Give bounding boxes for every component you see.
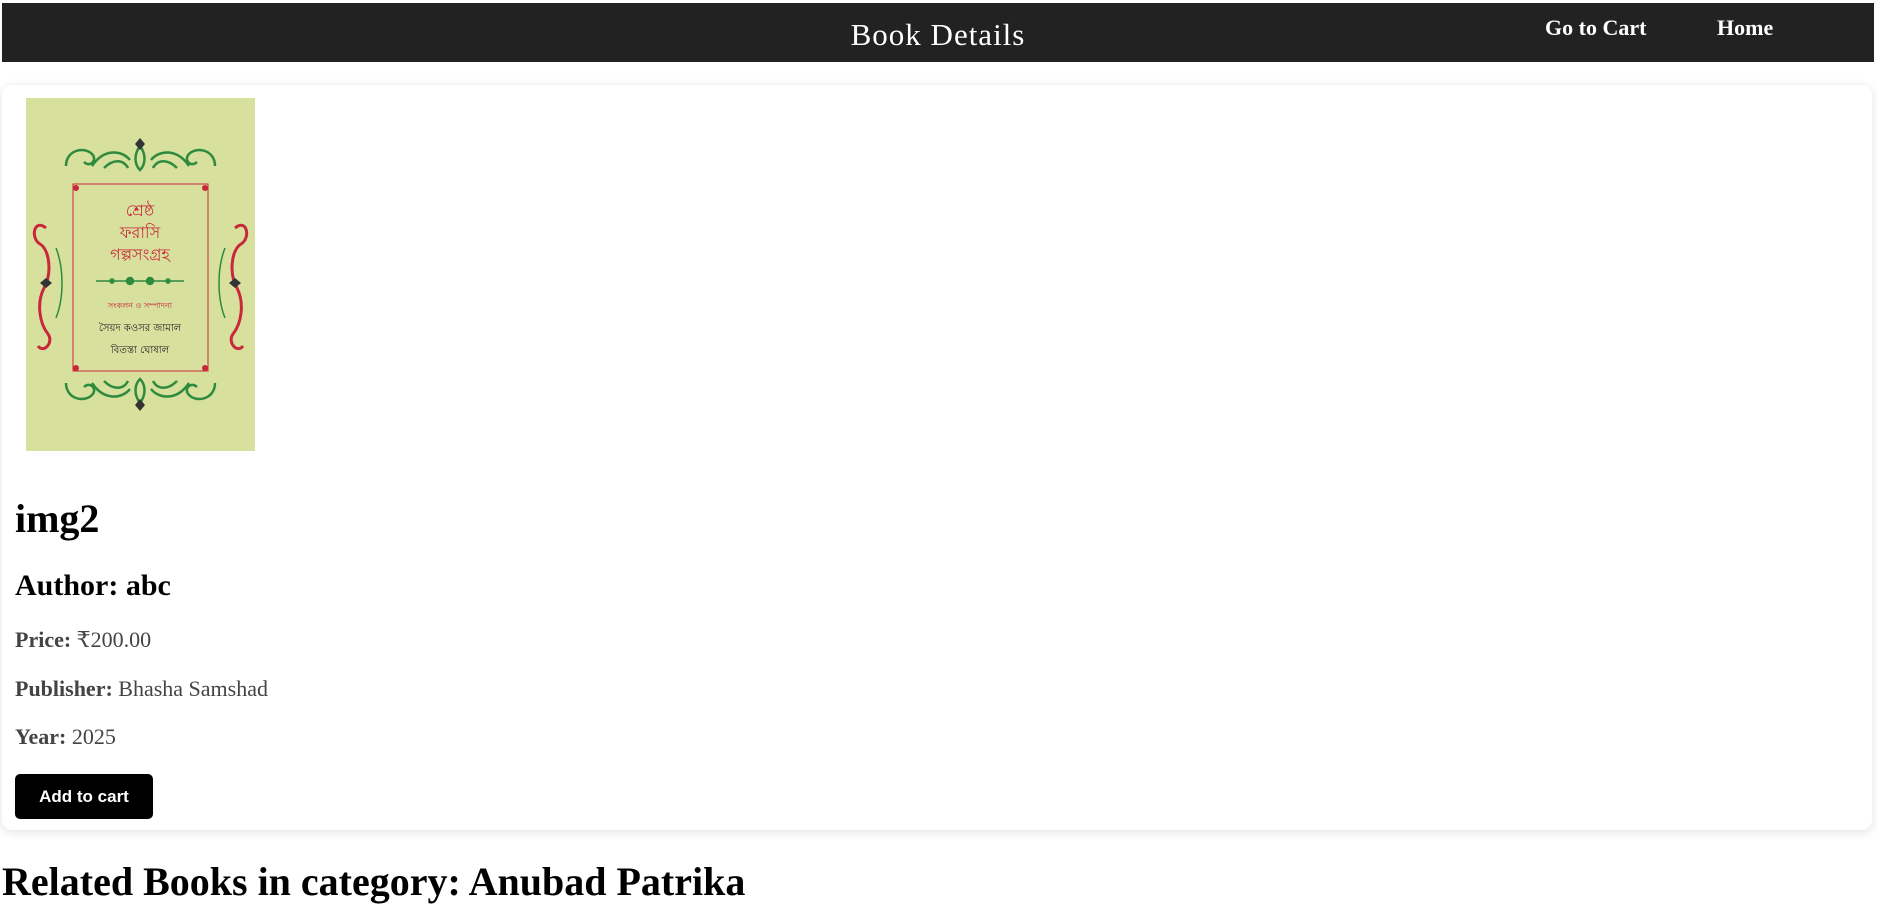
year-label: Year: xyxy=(15,724,67,749)
publisher-value: Bhasha Samshad xyxy=(118,676,268,701)
cover-title-line-3: গল্পসংগ্রহ xyxy=(110,245,171,264)
publisher-row: Publisher: Bhasha Samshad xyxy=(15,676,268,702)
page: Book Details Go to Cart Home শ্রেষ্ঠ ফরা… xyxy=(0,0,1878,910)
book-cover-image: শ্রেষ্ঠ ফরাসি গল্পসংগ্রহ সংকলন ও সম্পাদন… xyxy=(26,98,255,451)
price-label: Price: xyxy=(15,627,72,652)
cover-editor-2: বিতস্তা ঘোষাল xyxy=(110,344,170,356)
year-value: 2025 xyxy=(71,724,116,749)
cover-subtitle: সংকলন ও সম্পাদনা xyxy=(107,301,173,310)
book-title: img2 xyxy=(15,496,100,541)
author-label: Author: xyxy=(15,569,119,602)
price-row: Price: ₹200.00 xyxy=(15,627,151,653)
book-details-card: শ্রেষ্ঠ ফরাসি গল্পসংগ্রহ সংকলন ও সম্পাদন… xyxy=(2,85,1872,830)
cover-editor-1: সৈয়দ কওসর জামাল xyxy=(99,322,182,334)
publisher-label: Publisher: xyxy=(15,676,113,701)
home-link[interactable]: Home xyxy=(1717,15,1773,41)
related-books-heading: Related Books in category: Anubad Patrik… xyxy=(2,859,746,904)
price-value: ₹200.00 xyxy=(76,627,152,652)
header-bar: Book Details Go to Cart Home xyxy=(2,3,1874,62)
cover-title-line-1: শ্রেষ্ঠ xyxy=(126,201,155,220)
year-row: Year: 2025 xyxy=(15,724,116,750)
cover-title-line-2: ফরাসি xyxy=(119,223,161,242)
author-value: abc xyxy=(125,569,171,602)
book-author: Author: abc xyxy=(15,569,171,603)
go-to-cart-link[interactable]: Go to Cart xyxy=(1545,15,1646,41)
add-to-cart-button[interactable]: Add to cart xyxy=(15,774,153,819)
